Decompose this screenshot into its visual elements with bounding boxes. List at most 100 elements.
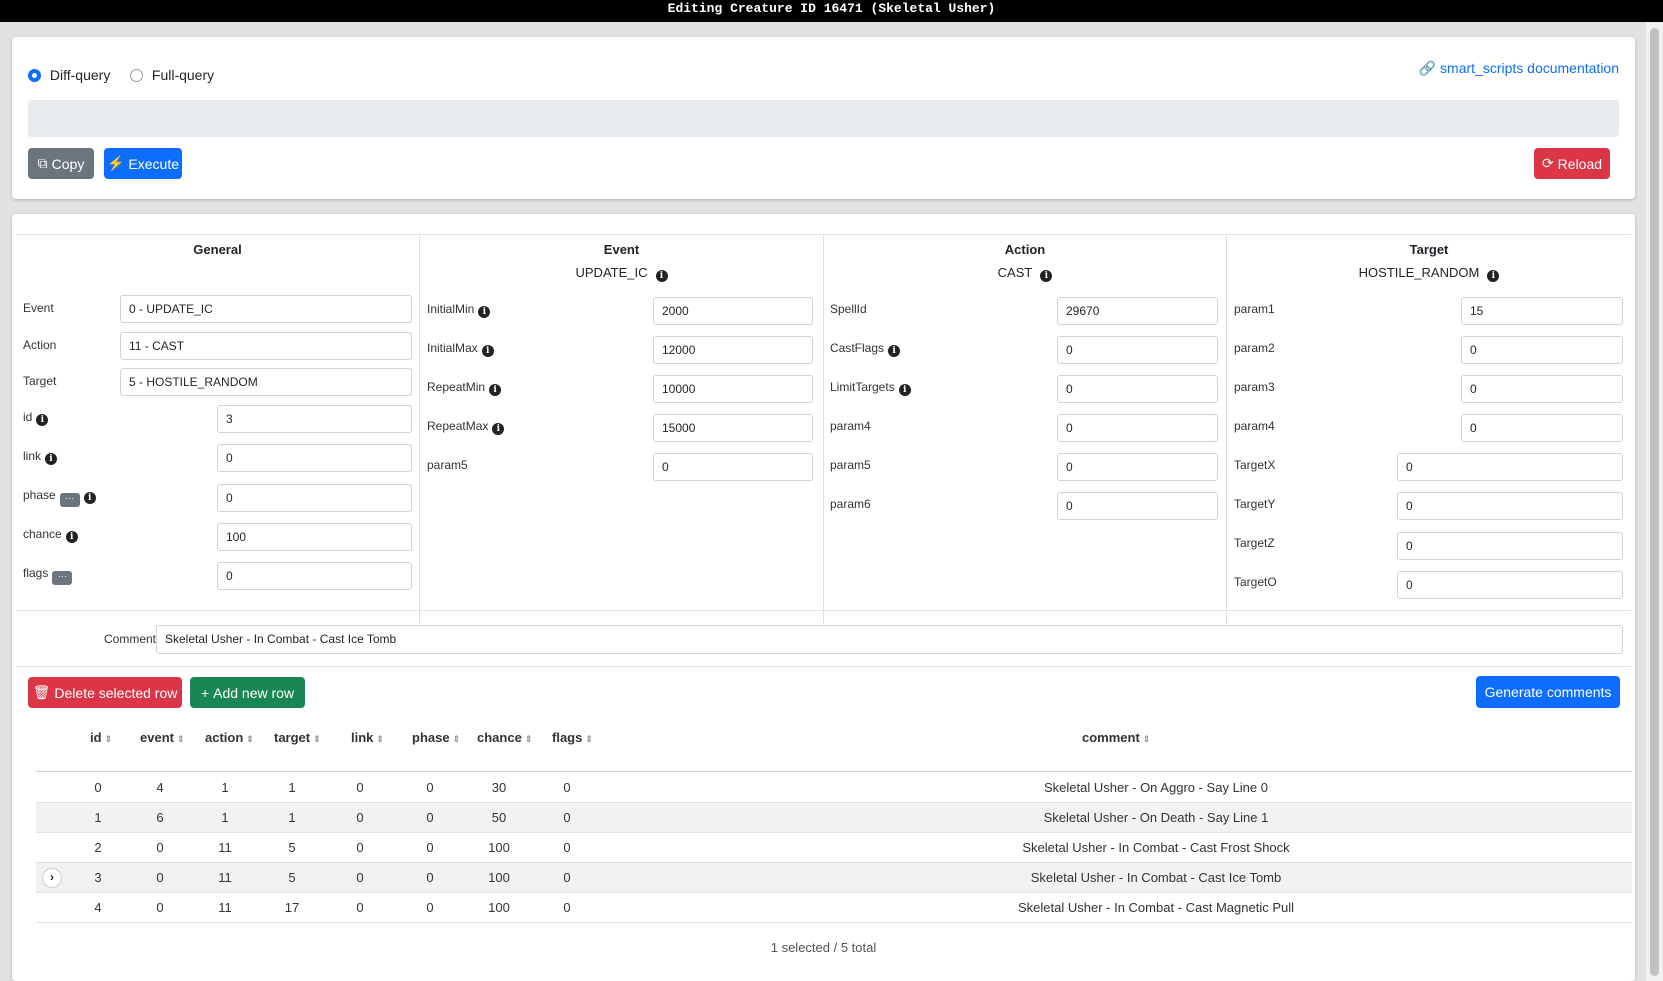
info-icon[interactable]: i (45, 453, 58, 465)
target-param3-input[interactable]: 0 (1461, 375, 1623, 403)
target-z-input[interactable]: 0 (1397, 532, 1623, 560)
action-param4-input[interactable]: 0 (1057, 414, 1218, 442)
target-o-input[interactable]: 0 (1397, 571, 1623, 599)
comment-input[interactable]: Skeletal Usher - In Combat - Cast Ice To… (156, 625, 1623, 654)
cell-link: 0 (356, 870, 364, 885)
column-header-chance[interactable]: chance ⇕ (477, 730, 532, 745)
action-select[interactable]: 11 - CAST (120, 332, 412, 360)
cell-link: 0 (356, 900, 364, 915)
execute-button[interactable]: ⚡ Execute (104, 148, 182, 179)
target-x-input[interactable]: 0 (1397, 453, 1623, 481)
table-row[interactable]: 0 4 1 1 0 0 30 0 Skeletal Usher - On Agg… (36, 772, 1632, 803)
info-icon[interactable]: i (1487, 270, 1500, 282)
section-divider (16, 610, 1631, 611)
action-param1-input[interactable]: 29670 (1057, 297, 1218, 325)
info-icon[interactable]: i (83, 492, 96, 504)
table-row-selected[interactable]: › 3 0 11 5 0 0 100 0 Skeletal Usher - In… (36, 863, 1632, 893)
link-input[interactable]: 0 (217, 444, 412, 472)
column-header-label: phase (412, 730, 450, 745)
column-header-label: target (274, 730, 311, 745)
plus-icon: + (200, 684, 210, 701)
execute-button-label: Execute (128, 155, 180, 172)
action-param4-label: param4 (830, 419, 871, 433)
add-button-label: Add new row (213, 684, 295, 701)
column-header-id[interactable]: id ⇕ (90, 730, 112, 745)
event-param5-input[interactable]: 0 (653, 453, 813, 481)
trash-icon: 🗑 (32, 684, 51, 700)
generate-button-label: Generate comments (1484, 684, 1612, 700)
scrollbar-thumb[interactable] (1650, 28, 1659, 976)
table-row[interactable]: 1 6 1 1 0 0 50 0 Skeletal Usher - On Dea… (36, 803, 1632, 833)
id-label-row: id i (23, 410, 49, 426)
diff-query-label: Diff-query (49, 67, 111, 83)
target-select[interactable]: 5 - HOSTILE_RANDOM (120, 368, 412, 396)
flags-mask-button[interactable]: ··· (52, 571, 73, 585)
table-footer-status: 1 selected / 5 total (770, 940, 877, 955)
generate-comments-button[interactable]: Generate comments (1476, 676, 1620, 708)
diff-query-radio[interactable] (28, 69, 41, 82)
flags-label: flags (23, 566, 49, 580)
info-icon[interactable]: i (1040, 270, 1053, 282)
info-icon[interactable]: i (481, 345, 494, 357)
column-header-event[interactable]: event ⇕ (140, 730, 185, 745)
info-icon[interactable]: i (489, 384, 502, 396)
full-query-option[interactable]: Full-query (130, 67, 214, 83)
query-output[interactable] (28, 100, 1619, 137)
column-header-action[interactable]: action ⇕ (205, 730, 254, 745)
column-header-target[interactable]: target ⇕ (274, 730, 321, 745)
info-icon[interactable]: i (898, 384, 911, 396)
action-param3-input[interactable]: 0 (1057, 375, 1218, 403)
event-param2-input[interactable]: 12000 (653, 336, 813, 364)
phase-label-row: phase ··· i (23, 488, 96, 507)
info-icon[interactable]: i (478, 306, 491, 318)
reload-button[interactable]: ⟳ Reload (1534, 148, 1610, 179)
info-icon[interactable]: i (36, 414, 49, 426)
phase-mask-button[interactable]: ··· (59, 493, 80, 507)
diff-query-option[interactable]: Diff-query (28, 67, 110, 83)
column-header-flags[interactable]: flags ⇕ (552, 730, 593, 745)
table-row[interactable]: 4 0 11 17 0 0 100 0 Skeletal Usher - In … (36, 893, 1632, 923)
phase-label: phase (23, 488, 56, 502)
copy-button[interactable]: ⧉ Copy (28, 148, 94, 179)
sort-icon: ⇕ (452, 734, 461, 744)
action-param6-input[interactable]: 0 (1057, 492, 1218, 520)
table-row[interactable]: 2 0 11 5 0 0 100 0 Skeletal Usher - In C… (36, 833, 1632, 863)
sort-icon: ⇕ (246, 734, 254, 744)
flags-input[interactable]: 0 (217, 562, 412, 590)
event-select[interactable]: 0 - UPDATE_IC (120, 295, 412, 323)
target-param2-input[interactable]: 0 (1461, 336, 1623, 364)
full-query-radio[interactable] (130, 69, 143, 82)
info-icon[interactable]: i (888, 345, 901, 357)
cell-id: 1 (94, 810, 102, 825)
column-header-phase[interactable]: phase ⇕ (412, 730, 460, 745)
event-param4-input[interactable]: 15000 (653, 414, 813, 442)
event-param3-input[interactable]: 10000 (653, 375, 813, 403)
link-label: link (23, 449, 42, 463)
target-param3-label: param3 (1234, 380, 1275, 394)
action-param5-input[interactable]: 0 (1057, 453, 1218, 481)
phase-input[interactable]: 0 (217, 484, 412, 512)
chance-input[interactable]: 100 (217, 523, 412, 551)
column-divider (419, 234, 420, 624)
event-type-label: UPDATE_IC (575, 265, 648, 280)
info-icon[interactable]: i (492, 423, 505, 435)
documentation-link[interactable]: 🔗 smart_scripts documentation (1419, 60, 1619, 77)
target-param4-input[interactable]: 0 (1461, 414, 1623, 442)
cell-phase: 0 (426, 870, 434, 885)
target-param1-input[interactable]: 15 (1461, 297, 1623, 325)
column-header-link[interactable]: link ⇕ (351, 730, 384, 745)
add-new-row-button[interactable]: + Add new row (190, 677, 305, 708)
column-header-comment[interactable]: comment ⇕ (1082, 730, 1150, 745)
chevron-right-icon[interactable]: › (42, 868, 62, 888)
event-param1-input[interactable]: 2000 (653, 297, 813, 325)
delete-selected-row-button[interactable]: 🗑 Delete selected row (28, 677, 182, 708)
target-y-input[interactable]: 0 (1397, 492, 1623, 520)
action-param2-input[interactable]: 0 (1057, 336, 1218, 364)
id-input[interactable]: 3 (217, 405, 412, 433)
vertical-scrollbar[interactable] (1646, 22, 1663, 981)
target-x-label: TargetX (1234, 458, 1276, 472)
info-icon[interactable]: i (655, 270, 668, 282)
cell-target: 5 (288, 840, 296, 855)
info-icon[interactable]: i (65, 531, 78, 543)
event-heading: Event (603, 242, 640, 257)
